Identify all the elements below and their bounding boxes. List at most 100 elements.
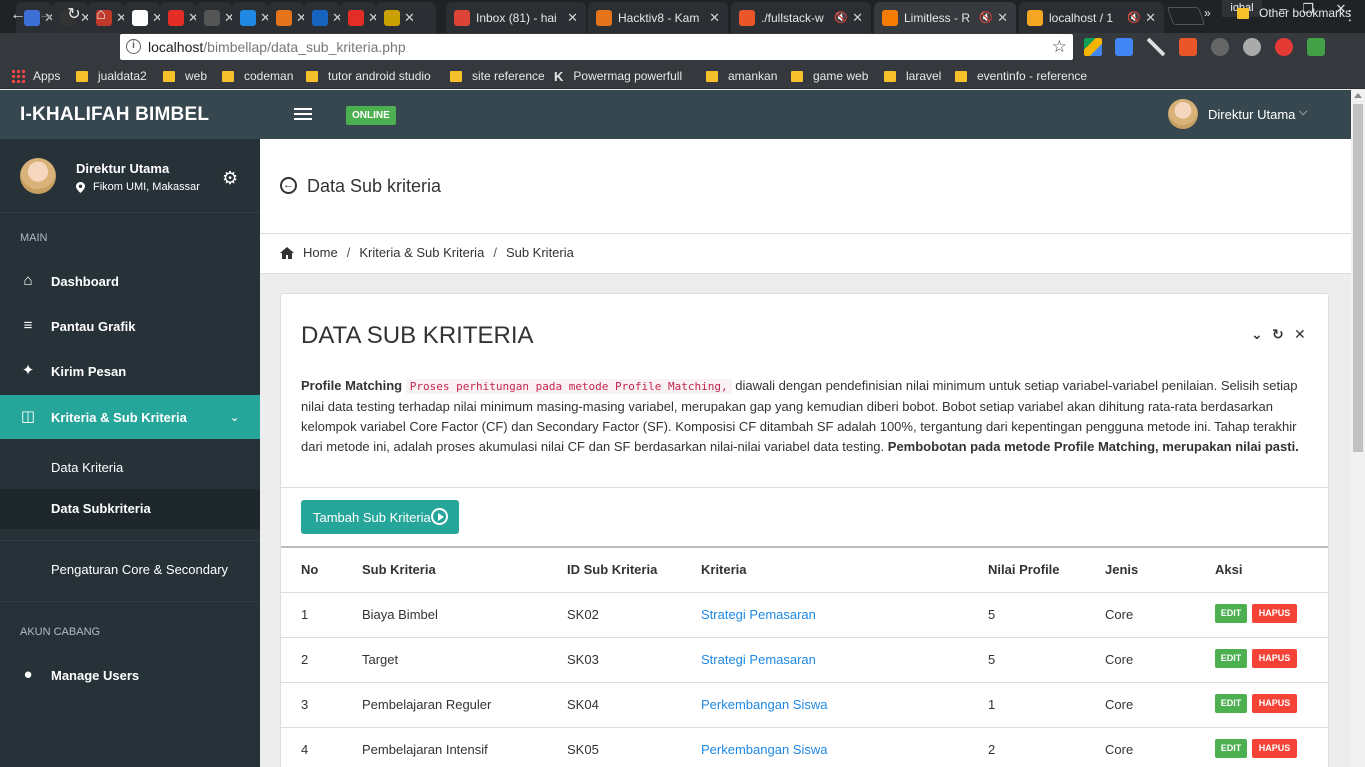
tab-close-icon[interactable]: ✕ (567, 10, 578, 26)
browser-tab[interactable]: ./fullstack-w 🔇 ✕ (731, 2, 871, 33)
bookmark-item[interactable]: site reference (450, 67, 545, 85)
tab-favicon-icon (882, 9, 898, 26)
sidebar-subitem-data-kriteria[interactable]: Data Kriteria (0, 448, 260, 488)
browser-tab[interactable]: ✕ (196, 2, 235, 33)
sidebar-divider (0, 601, 260, 602)
edit-button[interactable]: EDIT (1215, 739, 1247, 758)
mute-icon[interactable]: 🔇 (1127, 11, 1141, 24)
delete-button[interactable]: HAPUS (1252, 739, 1297, 758)
sidebar-subitem-data-subkriteria[interactable]: Data Subkriteria (0, 489, 260, 529)
tab-close-icon[interactable]: ✕ (997, 10, 1008, 26)
sidebar-item-manage-users[interactable]: ● Manage Users (0, 653, 260, 697)
bookmark-item[interactable]: amankan (706, 67, 777, 85)
more-bookmarks-button[interactable]: » (1204, 4, 1211, 22)
bookmark-item[interactable]: jualdata2 (76, 67, 147, 85)
table-cell-sub: Target (362, 652, 399, 667)
bookmark-favicon-icon: K (554, 68, 564, 84)
scrollbar-thumb[interactable] (1353, 104, 1363, 452)
browser-tab[interactable]: ✕ (232, 2, 271, 33)
sidebar-item-kriteria[interactable]: ◫ Kriteria & Sub Kriteria ⌄ (0, 395, 260, 439)
cors-extension-icon[interactable] (1307, 38, 1325, 56)
table-cell-nilai: 5 (988, 607, 996, 622)
site-info-icon[interactable]: i (126, 39, 141, 54)
bookmark-label: web (185, 69, 208, 83)
edit-button[interactable]: EDIT (1215, 649, 1247, 668)
browser-tab-strip: ✕ ✕ ✕ ✕ ✕ ✕ ✕ ✕ ✕ ✕ ✕ Inbox (81) - hai ✕ Hacktiv8 - K… (0, 0, 1365, 33)
browser-tab[interactable]: ✕ (304, 2, 343, 33)
bookmark-item[interactable]: eventinfo - reference (955, 67, 1087, 85)
bookmark-item[interactable]: K Powermag powerfull (554, 67, 682, 85)
bookmark-item[interactable]: Apps (11, 67, 60, 85)
bookmark-label: amankan (728, 69, 778, 83)
edit-button[interactable]: EDIT (1215, 694, 1247, 713)
add-sub-kriteria-button[interactable]: Tambah Sub Kriteria (301, 500, 459, 534)
delete-button[interactable]: HAPUS (1252, 649, 1297, 668)
google-translate-icon[interactable] (1115, 38, 1133, 56)
refresh-icon[interactable]: ↻ (1272, 326, 1284, 343)
globe-icon[interactable] (1211, 38, 1229, 56)
breadcrumb-home[interactable]: Home (303, 245, 338, 260)
edit-button[interactable]: EDIT (1215, 604, 1247, 623)
table-cell-jenis: Core (1105, 652, 1134, 667)
color-picker-icon[interactable] (1147, 38, 1165, 56)
breadcrumb-kriteria[interactable]: Kriteria & Sub Kriteria (359, 245, 484, 260)
bookmark-item[interactable]: tutor android studio (306, 67, 431, 85)
bookmark-star-icon[interactable]: ☆ (1052, 37, 1067, 57)
record-extension-icon[interactable] (1275, 38, 1293, 56)
browser-tab[interactable]: ✕ (268, 2, 307, 33)
delete-button[interactable]: HAPUS (1252, 604, 1297, 623)
folder-icon (1237, 7, 1249, 19)
sidebar-item-dashboard[interactable]: ⌂ Dashboard (0, 259, 260, 303)
chevron-down-icon[interactable]: ⌵ (1299, 106, 1307, 119)
tab-close-icon[interactable]: ✕ (852, 10, 863, 26)
reload-icon[interactable]: ↻ (64, 5, 84, 25)
user-menu-label[interactable]: Direktur Utama (1208, 107, 1295, 122)
table-cell-kriteria[interactable]: Perkembangan Siswa (701, 742, 827, 757)
back-circle-icon[interactable]: ← (280, 177, 297, 194)
table-cell-kriteria[interactable]: Perkembangan Siswa (701, 697, 827, 712)
d3-extension-icon[interactable] (1179, 38, 1197, 56)
new-tab-button[interactable] (1166, 7, 1206, 25)
menu-toggle-icon[interactable] (294, 108, 312, 122)
other-bookmarks-folder[interactable]: Other bookmarks (1237, 4, 1351, 22)
sidebar-item-pantau-grafik[interactable]: ≡ Pantau Grafik (0, 304, 260, 348)
app-brand[interactable]: I-KHALIFAH BIMBEL (20, 104, 209, 126)
collapse-chevron-icon[interactable]: ⌄ (1251, 326, 1263, 343)
table-cell-kriteria[interactable]: Strategi Pemasaran (701, 652, 816, 667)
browser-tab[interactable]: ✕ (340, 2, 379, 33)
bookmark-item[interactable]: web (163, 67, 207, 85)
mute-icon[interactable]: 🔇 (979, 11, 993, 24)
folder-icon (955, 70, 967, 82)
column-header-sub-kriteria: Sub Kriteria (362, 562, 436, 577)
browser-tab[interactable]: ✕ (124, 2, 163, 33)
google-drive-icon[interactable] (1084, 38, 1102, 56)
address-bar[interactable]: i localhost/bimbellap/data_sub_kriteria.… (120, 34, 1073, 60)
tab-close-icon[interactable]: ✕ (1145, 10, 1156, 26)
browser-tab[interactable]: Limitless - R 🔇 ✕ (874, 2, 1016, 33)
browser-tab[interactable]: localhost / 1 🔇 ✕ (1019, 2, 1164, 33)
delete-button[interactable]: HAPUS (1252, 694, 1297, 713)
avatar[interactable] (1168, 99, 1198, 129)
close-icon[interactable]: ✕ (1294, 326, 1306, 343)
gear-icon[interactable]: ⚙ (222, 168, 242, 188)
home-icon[interactable]: ⌂ (91, 5, 111, 25)
other-bookmarks-label: Other bookmarks (1259, 6, 1352, 20)
bookmark-item[interactable]: game web (791, 67, 868, 85)
tab-close-icon[interactable]: ✕ (404, 10, 415, 26)
bookmark-item[interactable]: codeman (222, 67, 293, 85)
browser-tab[interactable]: ✕ (160, 2, 199, 33)
browser-tab[interactable]: ✕ (376, 2, 436, 33)
cloud-icon[interactable] (1243, 38, 1261, 56)
browser-tab[interactable]: Hacktiv8 - Kam ✕ (588, 2, 728, 33)
forward-arrow-icon[interactable]: → (36, 5, 56, 25)
bookmark-item[interactable]: laravel (884, 67, 941, 85)
scroll-up-arrow-icon[interactable] (1354, 93, 1362, 98)
back-arrow-icon[interactable]: ← (8, 5, 28, 25)
mute-icon[interactable]: 🔇 (834, 11, 848, 24)
table-cell-kriteria[interactable]: Strategi Pemasaran (701, 607, 816, 622)
tab-close-icon[interactable]: ✕ (709, 10, 720, 26)
bookmark-label: tutor android studio (328, 69, 431, 83)
sidebar-item-kirim-pesan[interactable]: ✦ Kirim Pesan (0, 349, 260, 393)
sidebar-subitem-pengaturan[interactable]: Pengaturan Core & Secondary (0, 550, 260, 590)
browser-tab[interactable]: Inbox (81) - hai ✕ (446, 2, 586, 33)
